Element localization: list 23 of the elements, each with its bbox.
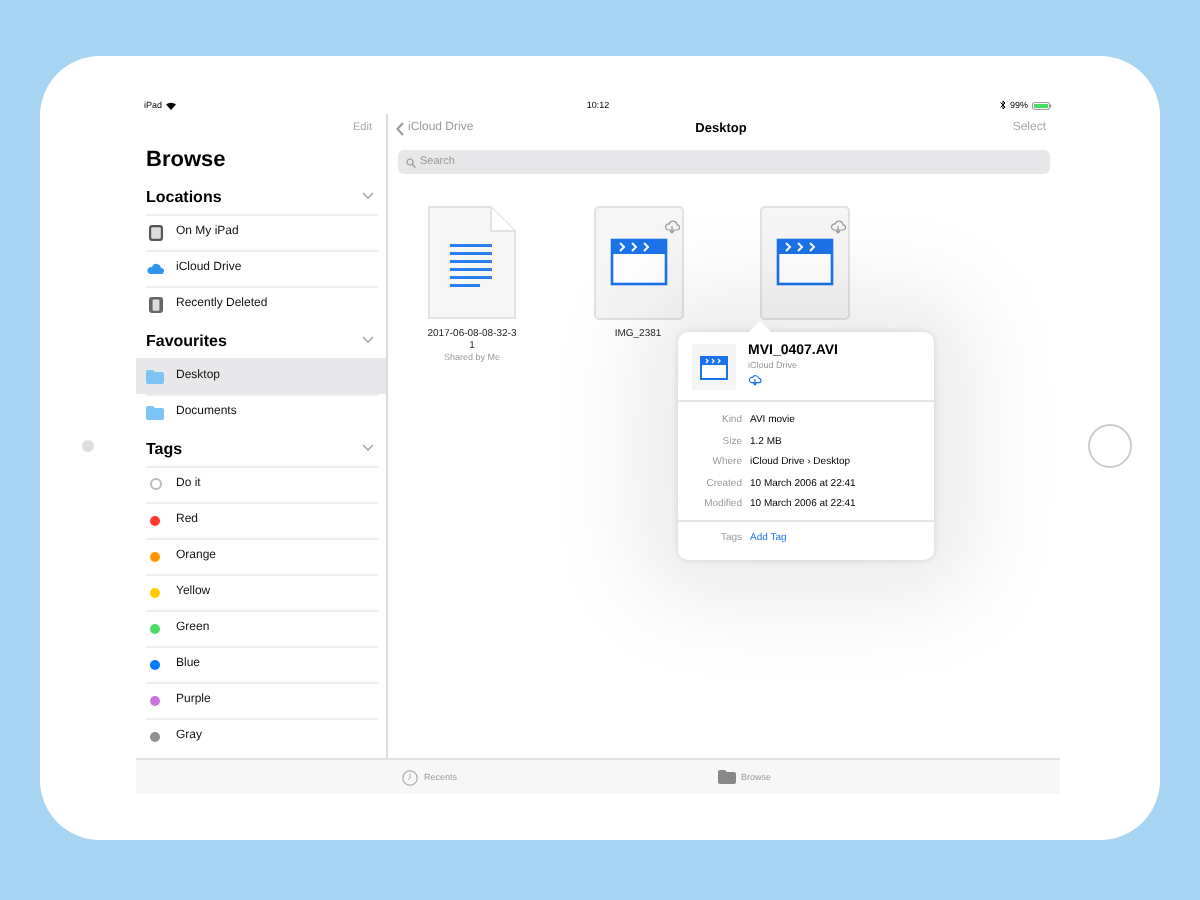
trash-icon [147,295,163,313]
battery-icon [1031,101,1052,109]
tag-dot [149,478,161,490]
video-file-icon[interactable] [759,206,849,320]
section-header: Locations [146,187,222,205]
folder-icon [717,770,736,784]
search-icon [406,157,416,167]
folder-icon [146,405,164,419]
back-chevron-icon [396,121,404,135]
clock-icon [402,769,418,785]
camera-icon [82,439,94,451]
video-file-icon [700,355,728,379]
cloud-download-icon[interactable] [748,374,762,386]
document-icon[interactable] [427,206,517,320]
cloud-icon [146,262,164,274]
section-header: Favourites [146,331,227,349]
tablet-icon [147,223,163,241]
bluetooth-icon [999,100,1006,110]
sidebar-title: Browse [144,146,228,176]
wifi-icon [166,101,177,109]
folder-icon [146,369,164,383]
section-header: Tags [146,439,183,457]
video-file-icon[interactable] [593,206,683,320]
